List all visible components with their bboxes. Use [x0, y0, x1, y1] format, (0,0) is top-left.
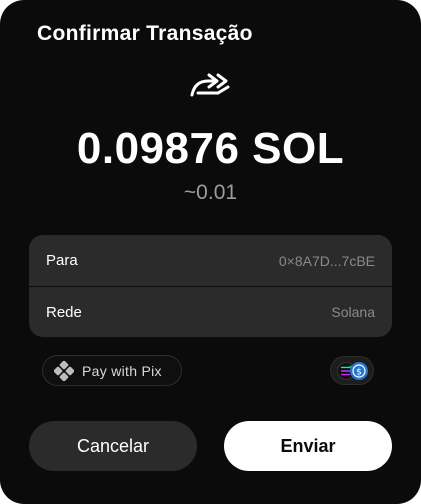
- pay-with-pix-button[interactable]: Pay with Pix: [42, 355, 182, 386]
- pix-icon: [54, 360, 74, 381]
- send-arrows-icon: [190, 73, 230, 97]
- chain-token-badge[interactable]: $: [330, 356, 374, 385]
- usdc-icon: $: [350, 362, 368, 380]
- confirm-transaction-dialog: Confirmar Transação 0.09876 SOL ~0.01 Pa…: [0, 0, 421, 504]
- recipient-address: 0×8A7D...7cBE: [278, 252, 375, 269]
- svg-text:$: $: [356, 367, 362, 377]
- transaction-details-card: Para 0×8A7D...7cBE Rede Solana: [29, 235, 392, 337]
- send-button[interactable]: Enviar: [224, 421, 392, 471]
- pay-with-pix-label: Pay with Pix: [82, 362, 162, 379]
- detail-row-network: Rede Solana: [29, 286, 392, 337]
- detail-row-recipient: Para 0×8A7D...7cBE: [29, 235, 392, 286]
- network-label: Rede: [46, 303, 82, 321]
- transaction-amount: 0.09876 SOL: [76, 124, 345, 173]
- cancel-button[interactable]: Cancelar: [29, 421, 197, 471]
- fiat-equivalent: ~0.01: [183, 181, 238, 204]
- dialog-title: Confirmar Transação: [37, 22, 253, 45]
- recipient-label: Para: [46, 252, 78, 269]
- network-value: Solana: [331, 304, 375, 320]
